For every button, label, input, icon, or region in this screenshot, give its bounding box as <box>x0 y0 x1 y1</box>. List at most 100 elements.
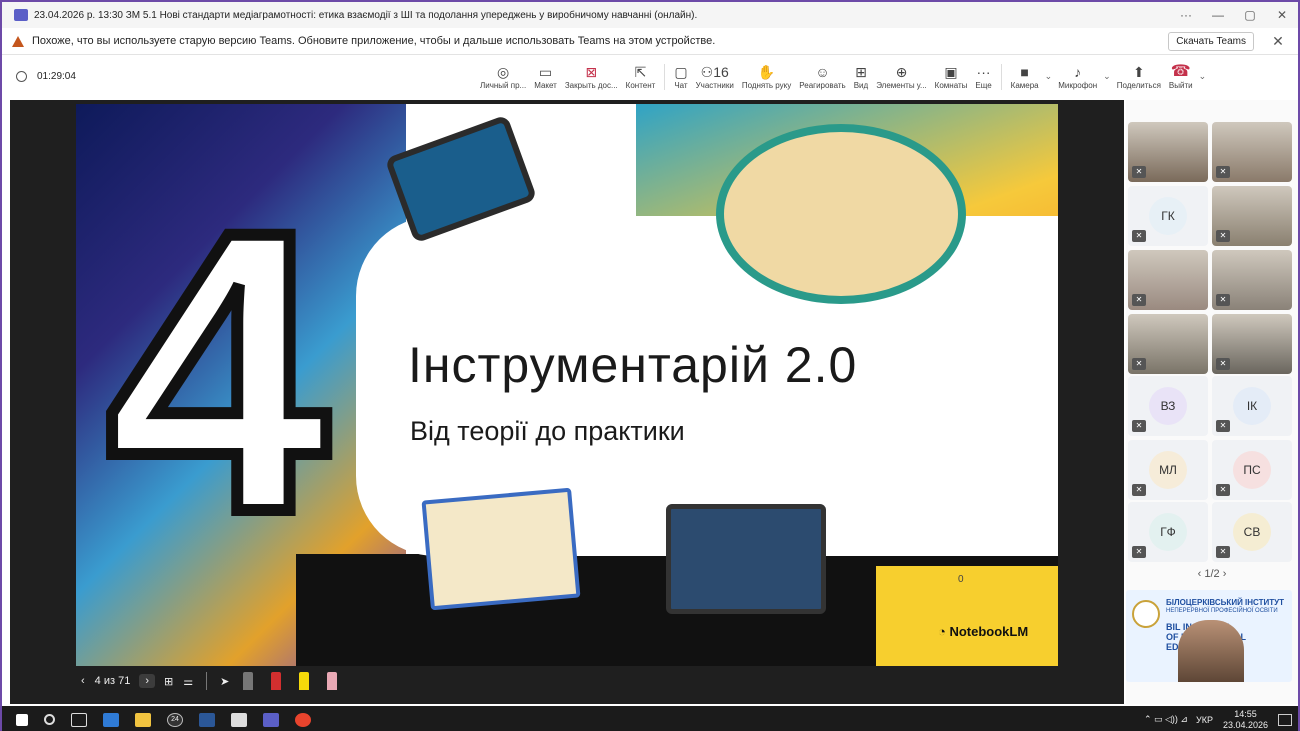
pink-pen-icon[interactable] <box>327 672 338 690</box>
task-view-icon[interactable] <box>71 712 87 727</box>
tray-icons[interactable]: ⌃ ▭ ◁)) ⊿ <box>1144 714 1188 725</box>
more-options-button[interactable]: ··· <box>1170 8 1202 22</box>
settings-icon[interactable]: ⚌ <box>183 675 193 688</box>
chevron-down-icon[interactable]: ⌄ <box>1045 71 1053 82</box>
teams-app-icon <box>14 9 28 21</box>
media-player-icon[interactable] <box>103 712 119 727</box>
participant-tile[interactable]: ВЗ ✕ <box>1128 376 1208 436</box>
toolbar-btn-leave[interactable]: ☎ Выйти <box>1165 55 1197 98</box>
teams-taskbar-icon[interactable] <box>263 712 279 727</box>
rooms-icon: ▣ <box>944 64 958 80</box>
mic-muted-icon: ✕ <box>1132 230 1146 242</box>
next-slide-button[interactable]: › <box>139 674 155 688</box>
prev-slide-button[interactable]: ‹ <box>81 675 85 687</box>
search-icon[interactable] <box>44 714 55 725</box>
clock[interactable]: 14:55 23.04.2026 <box>1223 709 1268 731</box>
layout-icon: ▭ <box>538 64 553 80</box>
toolbar-btn-stop-sharing[interactable]: ⊠ Закрыть дос... <box>561 55 622 98</box>
participant-initials: ВЗ <box>1149 387 1187 425</box>
toolbar-btn-layout[interactable]: ▭ Макет <box>530 55 561 98</box>
presenter-video[interactable]: БІЛОЦЕРКІВСЬКИЙ ІНСТИТУТ НЕПЕРЕРВНОЇ ПРО… <box>1126 590 1292 682</box>
smiley-icon: ☺ <box>815 64 830 80</box>
chevron-down-icon[interactable]: ⌄ <box>1199 71 1207 82</box>
participant-initials: ГК <box>1149 197 1187 235</box>
eraser-icon[interactable] <box>243 672 254 690</box>
maximize-button[interactable]: ▢ <box>1234 8 1266 22</box>
toolbar-btn-private-view[interactable]: ◎ Личный пр... <box>476 55 530 98</box>
system-tray: ⌃ ▭ ◁)) ⊿ УКР 14:55 23.04.2026 <box>1144 709 1292 731</box>
windows-taskbar: 24 ⌃ ▭ ◁)) ⊿ УКР 14:55 23.04.2026 <box>2 706 1298 731</box>
calendar-badge-icon[interactable]: 24 <box>167 712 183 727</box>
participant-tile[interactable]: ПС ✕ <box>1212 440 1292 500</box>
participant-tile[interactable]: ✕ <box>1212 122 1292 182</box>
mic-muted-icon: ✕ <box>1132 420 1146 432</box>
toolbar-btn-camera[interactable]: ■ Камера <box>1007 55 1043 98</box>
prev-page-button[interactable]: ‹ <box>1198 568 1202 580</box>
toolbar-btn-share[interactable]: ⬆ Поделиться <box>1113 55 1165 98</box>
participant-tile[interactable]: ✕ <box>1212 186 1292 246</box>
toolbar-btn-participants[interactable]: ⚇16 Участники <box>692 55 738 98</box>
toolbar-btn-raise-hand[interactable]: ✋ Поднять руку <box>738 55 795 98</box>
laptop-illustration <box>666 504 826 614</box>
toolbar-btn-mic[interactable]: ♪ Микрофон <box>1054 55 1101 98</box>
slide-mark: 0 <box>958 574 964 585</box>
participant-tile[interactable]: ✕ <box>1212 314 1292 374</box>
toolbar-btn-more[interactable]: ··· Еще <box>971 55 995 98</box>
next-page-button[interactable]: › <box>1223 568 1227 580</box>
banner-close-button[interactable]: ✕ <box>1268 33 1288 50</box>
presenter-image <box>1178 620 1244 682</box>
slide-section-number: 4 <box>100 148 334 595</box>
java-icon[interactable] <box>231 712 247 727</box>
notebooklm-logo: ◔ NotebookLM <box>938 624 1029 639</box>
participant-tile[interactable]: МЛ ✕ <box>1128 440 1208 500</box>
start-icon[interactable] <box>16 713 28 726</box>
word-icon[interactable] <box>199 712 215 727</box>
minimize-button[interactable]: — <box>1202 8 1234 22</box>
red-pen-icon[interactable] <box>271 672 282 690</box>
toolbar-btn-chat[interactable]: ▢ Чат <box>670 55 691 98</box>
chevron-down-icon[interactable]: ⌄ <box>1103 71 1111 82</box>
participant-tile[interactable]: ✕ <box>1128 314 1208 374</box>
participant-tile[interactable]: ✕ <box>1128 122 1208 182</box>
classroom-illustration <box>716 124 966 304</box>
mic-muted-icon: ✕ <box>1132 166 1146 178</box>
download-teams-button[interactable]: Скачать Teams <box>1168 31 1254 51</box>
participant-tile[interactable]: ✕ <box>1212 250 1292 310</box>
content-icon: ⇱ <box>634 64 647 80</box>
mic-muted-icon: ✕ <box>1216 484 1230 496</box>
toolbar-btn-apps[interactable]: ⊕ Элементы у... <box>872 55 930 98</box>
participant-initials: ГФ <box>1149 513 1187 551</box>
stop-share-icon: ⊠ <box>585 64 598 80</box>
close-window-button[interactable]: ✕ <box>1266 8 1298 22</box>
mic-muted-icon: ✕ <box>1216 420 1230 432</box>
toolbar-btn-rooms[interactable]: ▣ Комнаты <box>931 55 972 98</box>
toolbar-btn-view[interactable]: ⊞ Вид <box>850 55 872 98</box>
grid-view-icon[interactable]: ⊞ <box>164 675 173 688</box>
participant-tile[interactable]: ✕ <box>1128 250 1208 310</box>
participant-tile[interactable]: ГК ✕ <box>1128 186 1208 246</box>
chat-icon: ▢ <box>674 64 688 80</box>
mic-muted-icon: ✕ <box>1132 294 1146 306</box>
share-icon: ⬆ <box>1132 64 1145 80</box>
view-icon: ⊞ <box>855 64 867 80</box>
pointer-icon[interactable]: ➤ <box>220 675 229 688</box>
toolbar-btn-react[interactable]: ☺ Реагировать <box>795 55 849 98</box>
book-illustration <box>421 487 581 611</box>
file-explorer-icon[interactable] <box>135 712 151 727</box>
notifications-icon[interactable] <box>1278 713 1292 726</box>
participant-tile[interactable]: ГФ ✕ <box>1128 502 1208 562</box>
mic-muted-icon: ✕ <box>1132 358 1146 370</box>
camera-icon: ■ <box>1020 64 1029 80</box>
participant-tile[interactable]: ІК ✕ <box>1212 376 1292 436</box>
slide-controls: ‹ 4 из 71 › ⊞ ⚌ ➤ <box>76 668 346 694</box>
highlighter-icon[interactable] <box>299 672 310 690</box>
chrome-icon[interactable] <box>295 712 311 727</box>
mic-icon: ♪ <box>1074 64 1082 80</box>
apps-icon: ⊕ <box>895 64 908 80</box>
mic-muted-icon: ✕ <box>1132 484 1146 496</box>
participant-tile[interactable]: СВ ✕ <box>1212 502 1292 562</box>
toolbar-btn-content[interactable]: ⇱ Контент <box>622 55 660 98</box>
language-indicator[interactable]: УКР <box>1196 715 1213 725</box>
eye-icon: ◎ <box>496 64 510 80</box>
more-icon: ··· <box>976 64 991 80</box>
